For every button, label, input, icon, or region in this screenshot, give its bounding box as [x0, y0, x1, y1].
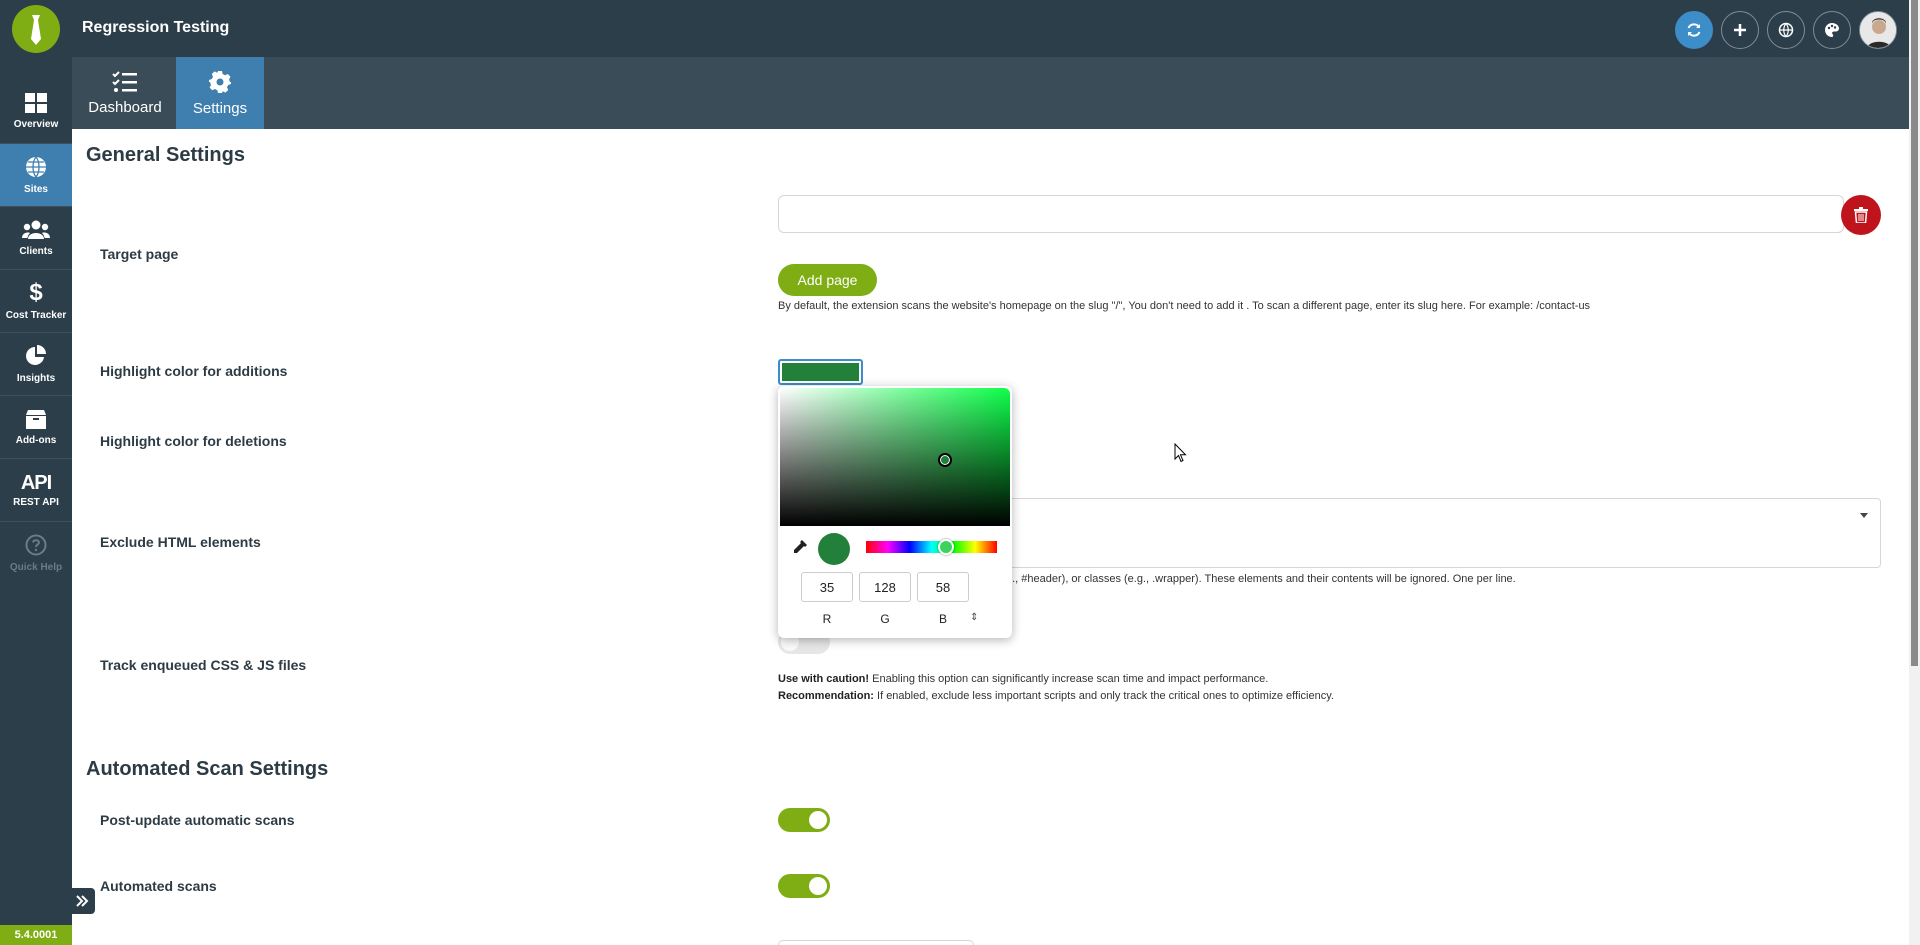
- checklist-icon: [112, 70, 137, 92]
- sidebar: Overview Sites Clients $ Cost Tracker In…: [0, 57, 72, 945]
- avatar[interactable]: [1859, 11, 1897, 49]
- palette-icon: [1825, 23, 1839, 37]
- add-button[interactable]: [1721, 11, 1759, 49]
- red-input[interactable]: [801, 572, 853, 602]
- toggle-knob: [809, 877, 827, 895]
- sidebar-item-cost-tracker[interactable]: $ Cost Tracker: [0, 270, 72, 332]
- top-bar: Regression Testing: [0, 0, 1909, 57]
- toggle-knob: [809, 811, 827, 829]
- caution-note: Use with caution! Enabling this option c…: [778, 673, 1268, 685]
- exclude-elements-label: Exclude HTML elements: [100, 534, 261, 550]
- version-badge: 5.4.0001: [0, 925, 72, 945]
- post-update-scans-label: Post-update automatic scans: [100, 812, 295, 828]
- pie-chart-icon: [26, 344, 46, 365]
- exclude-elements-field[interactable]: [1000, 498, 1881, 568]
- recommendation-text: If enabled, exclude less important scrip…: [873, 690, 1334, 702]
- app-title: Regression Testing: [82, 19, 230, 36]
- sidebar-item-rest-api[interactable]: API REST API: [0, 459, 72, 521]
- globe-icon: [1778, 22, 1794, 38]
- double-chevron-right-icon: [76, 895, 89, 907]
- sidebar-item-label: Clients: [19, 245, 53, 257]
- swatch-fill: [782, 363, 859, 381]
- partial-input-field[interactable]: [778, 940, 974, 945]
- red-label: R: [822, 612, 832, 626]
- logo[interactable]: [12, 5, 60, 53]
- green-label: G: [880, 612, 890, 626]
- sidebar-item-label: Cost Tracker: [5, 309, 67, 321]
- automated-scans-label: Automated scans: [100, 878, 217, 894]
- green-input[interactable]: [859, 572, 911, 602]
- add-page-button[interactable]: Add page: [778, 264, 877, 296]
- deletions-color-label: Highlight color for deletions: [100, 433, 287, 449]
- saturation-value-handle[interactable]: [938, 453, 952, 467]
- blue-input[interactable]: [917, 572, 969, 602]
- sidebar-item-label: REST API: [13, 497, 59, 508]
- users-icon: [22, 220, 50, 239]
- language-button[interactable]: [1767, 11, 1805, 49]
- page-scrollbar[interactable]: [1909, 0, 1920, 945]
- target-page-input[interactable]: [778, 195, 1844, 233]
- automated-scans-toggle[interactable]: [778, 874, 830, 898]
- sidebar-item-insights[interactable]: Insights: [0, 333, 72, 395]
- post-update-scans-toggle[interactable]: [778, 808, 830, 832]
- sub-navigation: Dashboard Settings: [72, 57, 1909, 129]
- sidebar-item-label: Quick Help: [9, 561, 63, 573]
- question-icon: [25, 534, 47, 555]
- sidebar-item-quick-help[interactable]: Quick Help: [0, 522, 72, 584]
- caution-bold: Use with caution!: [778, 673, 870, 685]
- mouse-cursor-icon: [1174, 443, 1187, 463]
- plus-icon: [1734, 24, 1746, 36]
- delete-page-button[interactable]: [1841, 195, 1881, 235]
- additions-color-label: Highlight color for additions: [100, 363, 288, 379]
- tab-label: Dashboard: [88, 98, 162, 116]
- theme-button[interactable]: [1813, 11, 1851, 49]
- exclude-elements-help: g., #header), or classes (e.g., .wrapper…: [1006, 573, 1516, 585]
- blue-label: B: [938, 612, 947, 626]
- recommendation-note: Recommendation: If enabled, exclude less…: [778, 690, 1334, 702]
- box-icon: [26, 409, 46, 429]
- sidebar-item-clients[interactable]: Clients: [0, 207, 72, 269]
- header-actions: [1675, 11, 1897, 49]
- globe-icon: [26, 156, 46, 178]
- section-title-general: General Settings: [86, 144, 245, 166]
- saturation-value-area[interactable]: [780, 388, 1010, 526]
- color-mode-toggle[interactable]: ⇕: [970, 612, 978, 623]
- additions-color-swatch[interactable]: [778, 359, 863, 385]
- tab-settings[interactable]: Settings: [176, 57, 264, 129]
- sidebar-item-add-ons[interactable]: Add-ons: [0, 396, 72, 458]
- sidebar-item-overview[interactable]: Overview: [0, 80, 72, 142]
- refresh-button[interactable]: [1675, 11, 1713, 49]
- hue-slider-handle[interactable]: [938, 539, 954, 555]
- track-files-label: Track enqueued CSS & JS files: [100, 657, 307, 673]
- api-icon: API: [20, 472, 52, 494]
- caret-down-icon: [1860, 513, 1868, 518]
- hue-slider[interactable]: [866, 541, 997, 553]
- dollar-icon: $: [29, 278, 43, 306]
- tab-label: Settings: [192, 99, 248, 117]
- target-page-help: By default, the extension scans the webs…: [778, 300, 1591, 312]
- refresh-icon: [1687, 23, 1701, 37]
- color-picker-popover: R G B ⇕: [778, 386, 1012, 638]
- gear-icon: [209, 70, 231, 93]
- tab-dashboard[interactable]: Dashboard: [82, 57, 168, 129]
- trash-icon: [1854, 207, 1868, 223]
- target-page-label: Target page: [100, 246, 179, 262]
- sidebar-item-label: Sites: [24, 183, 48, 195]
- sidebar-item-sites[interactable]: Sites: [0, 144, 72, 206]
- sidebar-item-label: Add-ons: [15, 434, 57, 446]
- grid-icon: [25, 92, 47, 113]
- scrollbar-thumb[interactable]: [1911, 0, 1918, 666]
- sidebar-item-label: Insights: [16, 372, 56, 384]
- caution-text: Enabling this option can significantly i…: [869, 673, 1269, 685]
- expand-sidebar-button[interactable]: [69, 888, 95, 914]
- color-preview: [818, 533, 850, 565]
- eyedropper-icon[interactable]: [792, 539, 808, 555]
- sidebar-item-label: Overview: [13, 118, 59, 130]
- recommendation-bold: Recommendation:: [778, 690, 874, 702]
- section-title-automated: Automated Scan Settings: [86, 758, 329, 780]
